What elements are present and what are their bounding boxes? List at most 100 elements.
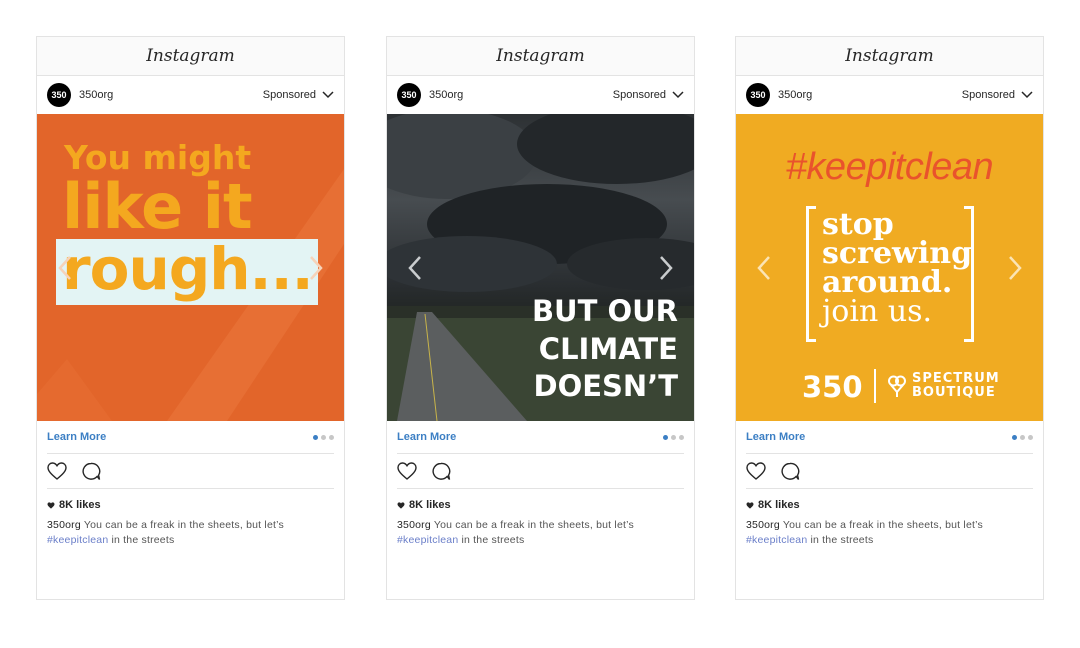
learn-more-link[interactable]: Learn More <box>746 431 805 443</box>
arrow-left-icon[interactable] <box>57 254 73 282</box>
caption-text: You can be a freak in the sheets, but le… <box>430 519 634 531</box>
caption: 350org You can be a freak in the sheets,… <box>736 511 1043 548</box>
instagram-ad-card-1: Instagram 350 350org Sponsored You might… <box>36 36 345 600</box>
post-media: BUT OUR CLIMATE DOESN’T <box>387 114 694 421</box>
carousel-dot[interactable] <box>1028 434 1033 440</box>
caption-username[interactable]: 350org <box>397 519 431 531</box>
heart-small-icon <box>47 501 55 509</box>
heart-icon[interactable] <box>746 462 766 480</box>
partner-line-2: BOUTIQUE <box>912 385 996 400</box>
post-media: You might like it rough... <box>37 114 344 421</box>
carousel-dot[interactable] <box>321 434 326 440</box>
likes-row[interactable]: 8K likes <box>736 489 1043 511</box>
caption: 350org You can be a freak in the sheets,… <box>37 511 344 548</box>
instagram-logo: Instagram <box>496 46 585 66</box>
caption-text: You can be a freak in the sheets, but le… <box>779 519 983 531</box>
box-line-3: around. <box>822 265 953 300</box>
headline-line-3: DOESN’T <box>533 369 679 403</box>
headline-line-2: like it <box>62 170 253 243</box>
headline-line-1: BUT OUR <box>531 294 678 328</box>
carousel-dot[interactable] <box>329 434 334 440</box>
caption-tail: in the streets <box>458 534 525 546</box>
chevron-down-icon <box>322 91 334 99</box>
carousel-dot[interactable] <box>663 434 668 440</box>
action-bar <box>37 454 344 488</box>
bracket-text: stop screwing around. join us. <box>822 207 973 329</box>
arrow-left-icon[interactable] <box>407 254 423 282</box>
comment-icon[interactable] <box>81 462 101 481</box>
carousel-dot[interactable] <box>671 434 676 440</box>
avatar[interactable]: 350 <box>746 83 770 107</box>
bracket-left <box>806 206 816 342</box>
headline-line-3: rough... <box>62 235 314 303</box>
box-line-4: join us. <box>822 294 933 329</box>
sponsored-dropdown[interactable]: Sponsored <box>962 89 1033 101</box>
bracket-box: stop screwing around. join us. <box>806 206 974 342</box>
sponsored-label: Sponsored <box>262 89 316 101</box>
instagram-ad-card-2: Instagram 350 350org Sponsored BUT OUR C… <box>386 36 695 600</box>
heart-small-icon <box>397 501 405 509</box>
action-bar <box>387 454 694 488</box>
post-header: 350 350org Sponsored <box>387 76 694 114</box>
carousel-dot[interactable] <box>679 434 684 440</box>
post-media: #keepitclean stop screwing around. join … <box>736 114 1043 421</box>
likes-row[interactable]: 8K likes <box>387 489 694 511</box>
likes-count: 8K likes <box>758 499 800 511</box>
avatar[interactable]: 350 <box>397 83 421 107</box>
carousel-dots <box>663 434 684 440</box>
learn-more-link[interactable]: Learn More <box>397 431 456 443</box>
comment-icon[interactable] <box>780 462 800 481</box>
heart-icon[interactable] <box>47 462 67 480</box>
hashtag-link[interactable]: #keepitclean <box>47 534 108 546</box>
sponsored-dropdown[interactable]: Sponsored <box>613 89 684 101</box>
cta-row: Learn More <box>736 421 1043 453</box>
post-header: 350 350org Sponsored <box>736 76 1043 114</box>
partner-line-1: SPECTRUM <box>912 371 1000 386</box>
carousel-dot[interactable] <box>313 434 318 440</box>
carousel-dot[interactable] <box>1012 434 1017 440</box>
avatar[interactable]: 350 <box>47 83 71 107</box>
heart-icon[interactable] <box>397 462 417 480</box>
caption-username[interactable]: 350org <box>47 519 81 531</box>
instagram-ad-card-3: Instagram 350 350org Sponsored #keepitcl… <box>735 36 1044 600</box>
likes-row[interactable]: 8K likes <box>37 489 344 511</box>
username[interactable]: 350org <box>778 89 812 101</box>
caption-tail: in the streets <box>108 534 175 546</box>
username[interactable]: 350org <box>79 89 113 101</box>
caption-text: You can be a freak in the sheets, but le… <box>80 519 284 531</box>
box-line-2: screwing <box>822 236 973 271</box>
caption: 350org You can be a freak in the sheets,… <box>387 511 694 548</box>
instagram-header: Instagram <box>37 37 344 76</box>
comment-icon[interactable] <box>431 462 451 481</box>
arrow-right-icon[interactable] <box>308 254 324 282</box>
username[interactable]: 350org <box>429 89 463 101</box>
hashtag-link[interactable]: #keepitclean <box>397 534 458 546</box>
caption-username[interactable]: 350org <box>746 519 780 531</box>
headline-line-2: CLIMATE <box>538 332 678 366</box>
likes-count: 8K likes <box>409 499 451 511</box>
likes-count: 8K likes <box>59 499 101 511</box>
instagram-logo: Instagram <box>146 46 235 66</box>
arrow-left-icon[interactable] <box>756 254 772 282</box>
chevron-down-icon <box>1021 91 1033 99</box>
carousel-dot[interactable] <box>1020 434 1025 440</box>
350-logo: 350 <box>802 370 863 404</box>
carousel-dots <box>313 434 334 440</box>
carousel-dots <box>1012 434 1033 440</box>
heart-small-icon <box>746 501 754 509</box>
chevron-down-icon <box>672 91 684 99</box>
post-header: 350 350org Sponsored <box>37 76 344 114</box>
box-line-1: stop <box>822 207 894 242</box>
learn-more-link[interactable]: Learn More <box>47 431 106 443</box>
arrow-right-icon[interactable] <box>1007 254 1023 282</box>
sponsored-label: Sponsored <box>612 89 666 101</box>
arrow-right-icon[interactable] <box>658 254 674 282</box>
instagram-header: Instagram <box>736 37 1043 76</box>
logo-separator <box>874 369 876 403</box>
sponsored-dropdown[interactable]: Sponsored <box>263 89 334 101</box>
sponsored-label: Sponsored <box>961 89 1015 101</box>
spectrum-logo-icon <box>888 375 906 397</box>
caption-tail: in the streets <box>807 534 874 546</box>
spectrum-boutique-logo: SPECTRUM BOUTIQUE <box>888 372 1000 400</box>
hashtag-link[interactable]: #keepitclean <box>746 534 807 546</box>
